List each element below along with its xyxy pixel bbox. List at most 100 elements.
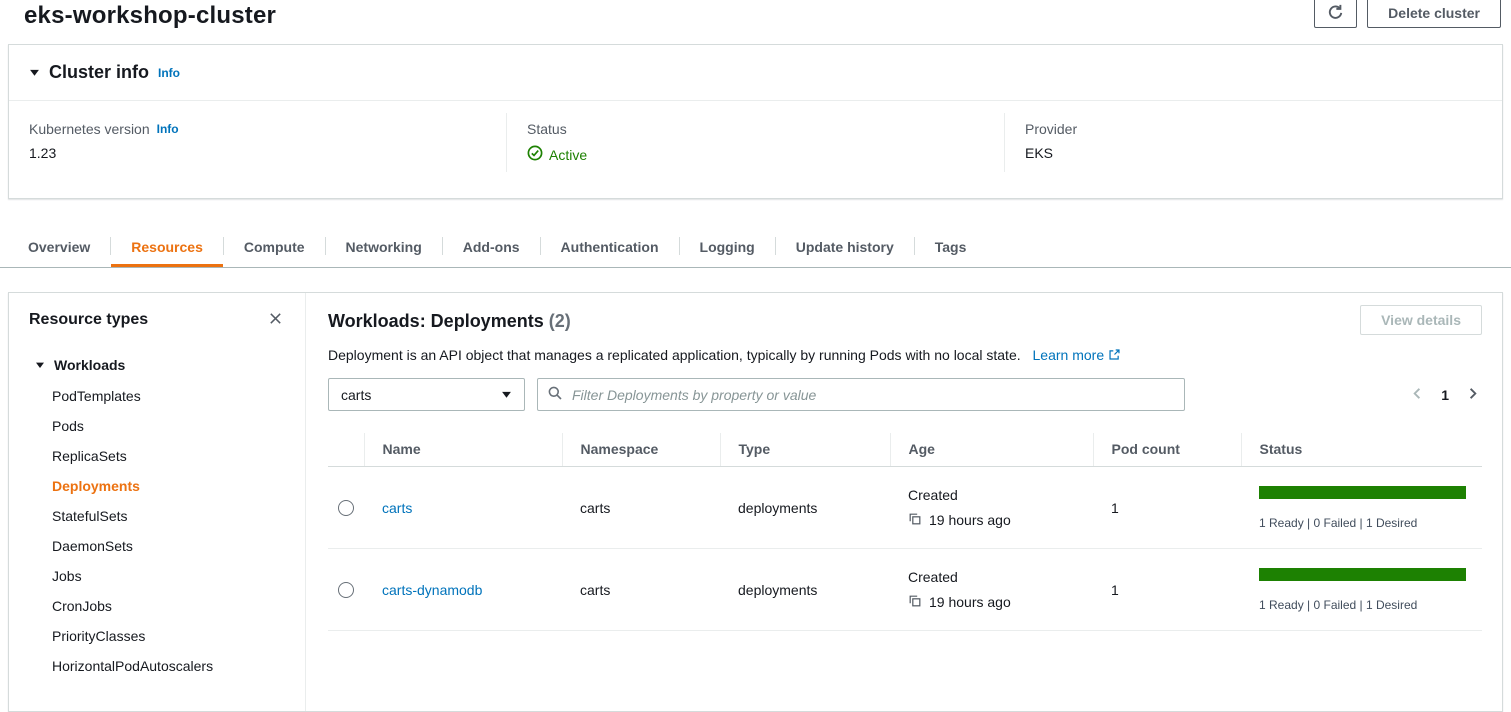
cluster-tabs: Overview Resources Compute Networking Ad… [0,225,1511,268]
cluster-info-panel: Cluster info Info Kubernetes version Inf… [8,44,1503,199]
type-cell: deployments [720,549,890,631]
tab-networking[interactable]: Networking [326,225,442,267]
status-field: Status Active [506,113,1004,172]
status-bar [1259,568,1466,581]
close-sidebar-button[interactable] [266,309,285,331]
tab-resources[interactable]: Resources [111,225,223,267]
sidebar-item-priorityclasses[interactable]: PriorityClasses [52,621,285,651]
column-header-name[interactable]: Name [364,433,562,467]
namespace-cell: carts [562,467,720,549]
collapse-caret-icon[interactable] [29,65,40,81]
sidebar-group-workloads[interactable]: Workloads [29,351,285,381]
filter-row: carts 1 [328,378,1482,411]
column-header-namespace[interactable]: Namespace [562,433,720,467]
status-summary: 1 Ready | 0 Failed | 1 Desired [1259,516,1466,530]
status-text: Active [549,147,587,163]
table-row: carts carts deployments Created 19 hours… [328,467,1482,549]
sidebar-item-pods[interactable]: Pods [52,411,285,441]
type-cell: deployments [720,467,890,549]
deployments-heading: Workloads: Deployments (2) [328,311,571,332]
namespace-cell: carts [562,549,720,631]
copy-icon[interactable] [908,594,922,611]
page-title: eks-workshop-cluster [24,2,276,30]
column-header-type[interactable]: Type [720,433,890,467]
resources-panel: Resource types Workloads PodTemplates Po… [8,292,1503,712]
chevron-left-icon [1410,386,1425,404]
tab-logging[interactable]: Logging [680,225,775,267]
age-created-label: Created [908,487,1077,503]
previous-page-button[interactable] [1410,386,1425,404]
chevron-down-icon [35,357,45,373]
sidebar-item-replicasets[interactable]: ReplicaSets [52,441,285,471]
cluster-info-header[interactable]: Cluster info Info [9,45,1502,101]
status-bar [1259,486,1466,499]
column-header-status[interactable]: Status [1241,433,1482,467]
tab-update-history[interactable]: Update history [776,225,914,267]
status-summary: 1 Ready | 0 Failed | 1 Desired [1259,598,1466,612]
cluster-info-info-link[interactable]: Info [158,66,180,80]
page-header: eks-workshop-cluster Delete cluster [0,0,1511,44]
sidebar-item-daemonsets[interactable]: DaemonSets [52,531,285,561]
deployments-description: Deployment is an API object that manages… [328,347,1482,363]
row-select-radio[interactable] [338,500,354,516]
status-label: Status [527,121,984,137]
tab-overview[interactable]: Overview [8,225,110,267]
tab-tags[interactable]: Tags [915,225,987,267]
sidebar-item-statefulsets[interactable]: StatefulSets [52,501,285,531]
dropdown-selected-value: carts [341,387,371,403]
namespace-filter-dropdown[interactable]: carts [328,378,525,411]
tab-authentication[interactable]: Authentication [541,225,679,267]
age-value: 19 hours ago [929,594,1011,610]
status-cell: 1 Ready | 0 Failed | 1 Desired [1241,549,1482,631]
next-page-button[interactable] [1465,386,1480,404]
provider-label: Provider [1025,121,1482,137]
sidebar-item-deployments[interactable]: Deployments [52,471,285,501]
pod-count-cell: 1 [1093,467,1241,549]
sidebar-group-label: Workloads [54,357,125,373]
deployment-name-link[interactable]: carts [382,500,412,516]
check-circle-icon [527,145,543,164]
sidebar-item-jobs[interactable]: Jobs [52,561,285,591]
age-created-label: Created [908,569,1077,585]
select-all-header [328,433,364,467]
external-link-icon [1108,347,1121,363]
sidebar-item-horizontalpodautoscalers[interactable]: HorizontalPodAutoscalers [52,651,285,681]
refresh-icon [1327,8,1344,24]
sidebar-item-cronjobs[interactable]: CronJobs [52,591,285,621]
learn-more-link[interactable]: Learn more [1033,347,1121,363]
view-details-button[interactable]: View details [1360,305,1482,335]
pagination: 1 [1410,386,1482,404]
deployments-table: Name Namespace Type Age Pod count Status… [328,433,1482,631]
age-value: 19 hours ago [929,512,1011,528]
deployments-heading-text: Workloads: Deployments [328,311,544,331]
tab-compute[interactable]: Compute [224,225,325,267]
header-actions: Delete cluster [1314,0,1501,28]
copy-icon[interactable] [908,512,922,529]
dropdown-caret-icon [501,387,512,403]
search-input[interactable] [570,386,1175,404]
sidebar-item-podtemplates[interactable]: PodTemplates [52,381,285,411]
column-header-pod-count[interactable]: Pod count [1093,433,1241,467]
age-cell: Created 19 hours ago [890,549,1093,631]
row-select-radio[interactable] [338,582,354,598]
sidebar-title: Resource types [29,311,148,329]
tab-add-ons[interactable]: Add-ons [443,225,540,267]
refresh-button[interactable] [1314,0,1357,28]
table-header-row: Name Namespace Type Age Pod count Status [328,433,1482,467]
delete-cluster-button[interactable]: Delete cluster [1367,0,1501,28]
age-cell: Created 19 hours ago [890,467,1093,549]
kubernetes-version-info-link[interactable]: Info [157,122,179,136]
current-page-number[interactable]: 1 [1441,387,1449,403]
provider-field: Provider EKS [1004,113,1502,172]
provider-value: EKS [1025,145,1482,161]
kubernetes-version-value: 1.23 [29,145,486,161]
deployment-name-link[interactable]: carts-dynamodb [382,582,482,598]
status-cell: 1 Ready | 0 Failed | 1 Desired [1241,467,1482,549]
column-header-age[interactable]: Age [890,433,1093,467]
cluster-info-body: Kubernetes version Info 1.23 Status Acti… [9,101,1502,198]
description-text: Deployment is an API object that manages… [328,347,1021,363]
deployments-main: Workloads: Deployments (2) View details … [306,293,1502,711]
resource-type-list: PodTemplates Pods ReplicaSets Deployment… [29,381,285,681]
resource-types-sidebar: Resource types Workloads PodTemplates Po… [9,293,306,711]
learn-more-text: Learn more [1033,347,1105,363]
